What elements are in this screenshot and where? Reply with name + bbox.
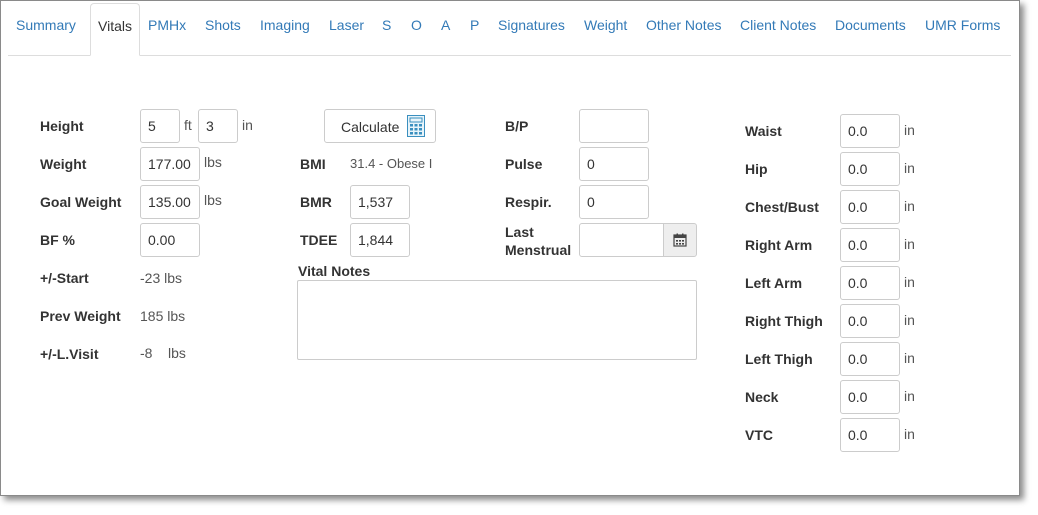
measurement-label-left-thigh: Left Thigh <box>745 351 813 367</box>
chest-bust-unit: in <box>904 198 915 214</box>
bf-label: BF % <box>40 232 75 248</box>
weight-label: Weight <box>40 156 87 172</box>
measurement-label-right-arm: Right Arm <box>745 237 813 253</box>
tab-other-notes[interactable]: Other Notes <box>646 3 721 55</box>
tab-weight[interactable]: Weight <box>584 3 627 55</box>
waist-unit: in <box>904 122 915 138</box>
bp-label: B/P <box>505 118 529 134</box>
date-picker-button[interactable] <box>663 223 697 257</box>
tab-a[interactable]: A <box>441 3 450 55</box>
vitals-panel: Summary Vitals PMHx Shots Imaging Laser … <box>0 0 1020 496</box>
bmi-value: 31.4 - Obese I <box>350 156 433 171</box>
tdee-input[interactable] <box>350 223 410 257</box>
goal-weight-unit: lbs <box>204 192 222 208</box>
tab-laser[interactable]: Laser <box>329 3 364 55</box>
start-diff-label: +/-Start <box>40 270 89 286</box>
last-visit-diff-value: -8 <box>140 345 153 361</box>
height-feet-input[interactable] <box>140 109 180 143</box>
left-thigh-input[interactable] <box>840 342 900 376</box>
tab-o[interactable]: O <box>411 3 422 55</box>
neck-unit: in <box>904 388 915 404</box>
measurement-label-chest-bust: Chest/Bust <box>745 199 819 215</box>
vtc-input[interactable] <box>840 418 900 452</box>
prev-weight-value: 185 lbs <box>140 308 186 324</box>
tab-umr-forms[interactable]: UMR Forms <box>925 3 1000 55</box>
bf-input[interactable] <box>140 223 200 257</box>
height-label: Height <box>40 118 84 134</box>
weight-input[interactable] <box>140 147 200 181</box>
tab-signatures[interactable]: Signatures <box>498 3 565 55</box>
tab-summary[interactable]: Summary <box>16 3 76 55</box>
start-diff-value: -23 lbs <box>140 270 183 286</box>
tab-imaging[interactable]: Imaging <box>260 3 310 55</box>
goal-weight-input[interactable] <box>140 185 200 219</box>
vtc-unit: in <box>904 426 915 442</box>
last-menstrual-date-input[interactable] <box>579 223 664 257</box>
tab-shots[interactable]: Shots <box>205 3 241 55</box>
pulse-input[interactable] <box>579 147 649 181</box>
right-thigh-input[interactable] <box>840 304 900 338</box>
measurement-label-neck: Neck <box>745 389 779 405</box>
calendar-icon <box>673 233 687 247</box>
tab-client-notes[interactable]: Client Notes <box>740 3 816 55</box>
tab-p[interactable]: P <box>470 3 479 55</box>
inches-unit: in <box>242 117 253 133</box>
calculate-button-label: Calculate <box>341 119 400 135</box>
pulse-label: Pulse <box>505 156 543 172</box>
measurement-label-hip: Hip <box>745 161 768 177</box>
tab-documents[interactable]: Documents <box>835 3 906 55</box>
calculator-icon <box>407 115 425 137</box>
right-arm-input[interactable] <box>840 228 900 262</box>
bmr-label: BMR <box>300 194 332 210</box>
waist-input[interactable] <box>840 114 900 148</box>
last-menstrual-label-line2: Menstrual <box>505 242 572 258</box>
vital-notes-textarea[interactable] <box>297 280 697 360</box>
hip-unit: in <box>904 160 915 176</box>
tab-pmhx[interactable]: PMHx <box>148 3 186 55</box>
measurement-label-vtc: VTC <box>745 427 773 443</box>
weight-unit: lbs <box>204 154 222 170</box>
left-arm-unit: in <box>904 274 915 290</box>
last-visit-diff-unit: lbs <box>168 345 186 361</box>
respir-label: Respir. <box>505 194 552 210</box>
left-arm-input[interactable] <box>840 266 900 300</box>
vital-notes-label: Vital Notes <box>298 263 371 279</box>
calculate-button[interactable]: Calculate <box>324 109 436 143</box>
measurement-label-waist: Waist <box>745 123 782 139</box>
bmi-label: BMI <box>300 156 326 172</box>
goal-weight-label: Goal Weight <box>40 194 122 210</box>
neck-input[interactable] <box>840 380 900 414</box>
prev-weight-label: Prev Weight <box>40 308 121 324</box>
chest-bust-input[interactable] <box>840 190 900 224</box>
hip-input[interactable] <box>840 152 900 186</box>
right-arm-unit: in <box>904 236 915 252</box>
tab-s[interactable]: S <box>382 3 391 55</box>
last-menstrual-label-line1: Last <box>505 224 534 240</box>
measurement-label-left-arm: Left Arm <box>745 275 803 291</box>
tab-vitals[interactable]: Vitals <box>90 3 140 56</box>
tab-bar: Summary Vitals PMHx Shots Imaging Laser … <box>8 3 1011 56</box>
tdee-label: TDEE <box>300 232 338 248</box>
bp-input[interactable] <box>579 109 649 143</box>
bmr-input[interactable] <box>350 185 410 219</box>
height-inches-input[interactable] <box>198 109 238 143</box>
right-thigh-unit: in <box>904 312 915 328</box>
measurement-label-right-thigh: Right Thigh <box>745 313 823 329</box>
feet-unit: ft <box>184 117 192 133</box>
left-thigh-unit: in <box>904 350 915 366</box>
last-visit-diff-label: +/-L.Visit <box>40 346 99 362</box>
respir-input[interactable] <box>579 185 649 219</box>
